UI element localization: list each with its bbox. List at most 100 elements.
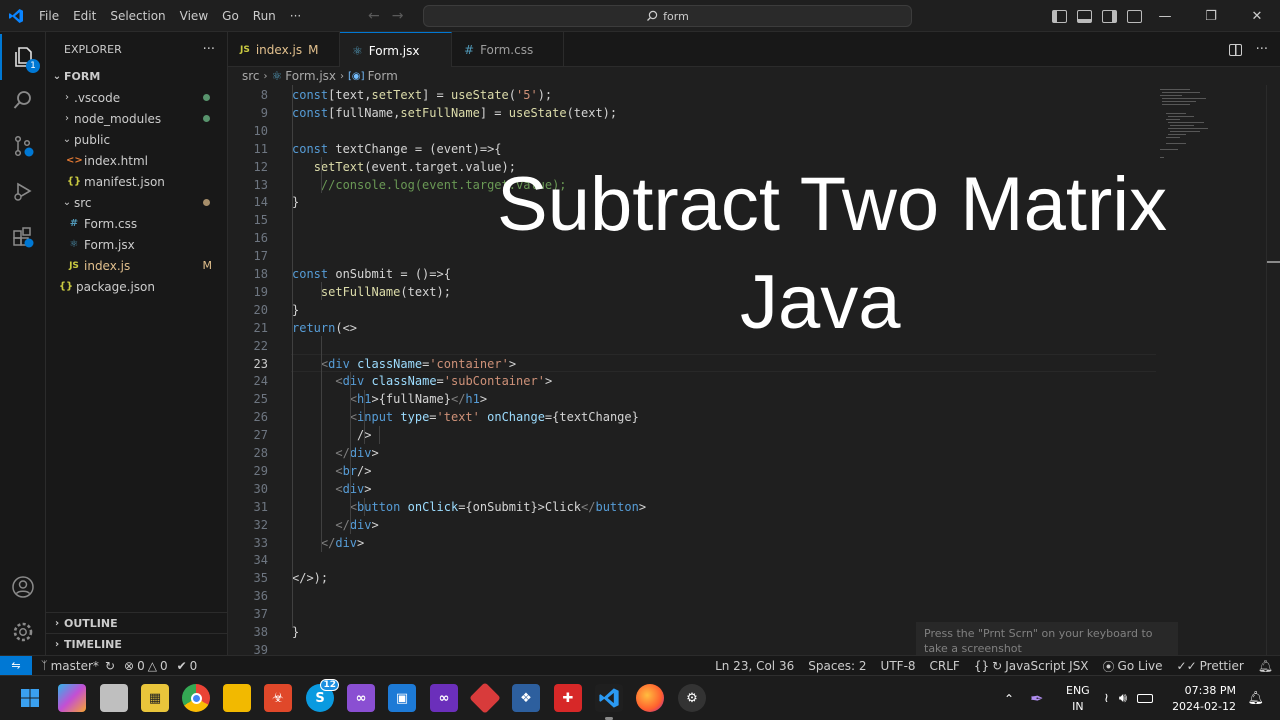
extensions-icon[interactable] [0, 214, 46, 260]
notification-center-icon[interactable]: 🔔︎ [1247, 676, 1264, 720]
security-app-icon[interactable]: ☣ [264, 684, 292, 712]
visual-studio-preview-icon[interactable]: ∞ [347, 684, 375, 712]
tree-item-manifest-json[interactable]: {} manifest.json [46, 171, 228, 192]
pen-app-icon[interactable]: ✒ [1030, 689, 1043, 708]
command-center-search[interactable]: form [423, 5, 912, 27]
eol-status[interactable]: CRLF [930, 659, 960, 673]
code-line[interactable]: const[text,setText] = useState('5'); [292, 88, 552, 102]
code-line[interactable]: </div> [292, 536, 364, 550]
source-control-icon[interactable] [0, 123, 46, 169]
tab-form-jsx[interactable]: ⚛ Form.jsx [340, 32, 452, 68]
breadcrumb-symbol[interactable]: Form [368, 69, 398, 83]
red-diamond-app-icon[interactable] [469, 682, 501, 714]
prettier-status[interactable]: ✓✓ Prettier [1177, 659, 1244, 673]
breadcrumb-file[interactable]: Form.jsx [285, 69, 336, 83]
outline-section[interactable]: › OUTLINE [46, 612, 228, 633]
code-line[interactable]: setFullName(text); [292, 285, 451, 299]
language-mode[interactable]: {} ↻ JavaScript JSX [974, 659, 1089, 673]
tree-item-index-js[interactable]: JS index.js M [46, 255, 228, 276]
menu-file[interactable]: File [32, 0, 66, 32]
menu-go[interactable]: Go [215, 0, 246, 32]
toggle-primary-sidebar-icon[interactable] [1052, 9, 1067, 23]
store-icon[interactable]: ▣ [388, 684, 416, 712]
breadcrumb-src[interactable]: src [242, 69, 260, 83]
code-line[interactable]: const[fullName,setFullName] = useState(t… [292, 106, 617, 120]
minimize-icon[interactable]: — [1142, 0, 1188, 32]
code-line[interactable]: <div> [292, 482, 371, 496]
tab-form-css[interactable]: # Form.css [452, 32, 564, 67]
copilot-icon[interactable] [58, 684, 86, 712]
windows-start-icon[interactable] [16, 684, 44, 712]
file-explorer-icon[interactable] [223, 684, 251, 712]
notifications-bell-icon[interactable]: 🔔︎ [1258, 659, 1273, 673]
back-arrow-icon[interactable]: ← [368, 8, 380, 24]
code-line[interactable]: const textChange = (event)=>{ [292, 142, 502, 156]
code-line[interactable]: <br/> [292, 464, 371, 478]
visual-studio-icon[interactable]: ∞ [430, 684, 458, 712]
search-icon[interactable] [0, 77, 46, 123]
input-language[interactable]: ENG IN [1066, 683, 1090, 715]
code-line[interactable]: /> [292, 428, 371, 442]
toggle-secondary-sidebar-icon[interactable] [1102, 9, 1117, 23]
system-clock[interactable]: 07:38 PM 2024-02-12 [1172, 683, 1236, 715]
encoding-status[interactable]: UTF-8 [881, 659, 916, 673]
problems-status[interactable]: ⊗ 0 △ 0 [124, 659, 168, 673]
timeline-section[interactable]: › TIMELINE [46, 633, 228, 654]
show-hidden-icons-chevron-icon[interactable]: ⌃ [1004, 692, 1014, 706]
code-line[interactable]: } [292, 195, 299, 209]
cursor-position[interactable]: Ln 23, Col 36 [715, 659, 794, 673]
menu-selection[interactable]: Selection [103, 0, 172, 32]
code-line[interactable]: } [292, 625, 299, 639]
code-line[interactable]: </div> [292, 518, 378, 532]
editor-scrollbar[interactable] [1266, 85, 1280, 655]
split-editor-icon[interactable] [1228, 43, 1242, 56]
indentation-status[interactable]: Spaces: 2 [808, 659, 866, 673]
forward-arrow-icon[interactable]: → [392, 8, 404, 24]
customize-layout-icon[interactable] [1127, 9, 1142, 23]
code-line[interactable]: <div className='subContainer'> [292, 374, 552, 388]
tree-item-vscode[interactable]: › .vscode [46, 87, 228, 108]
code-line[interactable]: </div> [292, 446, 378, 460]
tree-item-node-modules[interactable]: › node_modules [46, 108, 228, 129]
close-icon[interactable]: ✕ [1234, 0, 1280, 32]
ports-status[interactable]: ✔︎ 0 [177, 659, 198, 673]
manage-gear-icon[interactable] [0, 609, 46, 655]
tree-item-package-json[interactable]: {} package.json [46, 276, 228, 297]
code-line[interactable]: <input type='text' onChange={textChange} [292, 410, 639, 424]
workspace-root[interactable]: ⌄ FORM [46, 66, 228, 87]
tree-item-index-html[interactable]: <> index.html [46, 150, 228, 171]
terminal-app-icon[interactable]: ❖ [512, 684, 540, 712]
menu-view[interactable]: View [173, 0, 215, 32]
menu-run[interactable]: Run [246, 0, 283, 32]
menu-more[interactable]: ··· [283, 0, 308, 32]
minimap[interactable] [1158, 85, 1228, 175]
code-line[interactable]: const onSubmit = ()=>{ [292, 267, 451, 281]
settings-gear-icon[interactable]: ⚙ [678, 684, 706, 712]
maximize-icon[interactable]: ❐ [1188, 0, 1234, 32]
code-line[interactable]: <button onClick={onSubmit}>Click</button… [292, 500, 646, 514]
run-debug-icon[interactable] [0, 168, 46, 214]
code-line[interactable]: return(<> [292, 321, 357, 335]
volume-icon[interactable]: 🔊︎ [1119, 691, 1127, 706]
task-view-icon[interactable] [100, 684, 128, 712]
widgets-icon[interactable]: ▦ [141, 684, 169, 712]
tree-item-form-jsx[interactable]: ⚛ Form.jsx [46, 234, 228, 255]
vscode-taskbar-icon[interactable] [595, 684, 623, 712]
battery-icon[interactable] [1137, 694, 1154, 703]
game-app-icon[interactable]: ✚ [554, 684, 582, 712]
explorer-icon[interactable]: 1 [0, 34, 46, 80]
skype-icon[interactable]: S 12 [306, 679, 339, 712]
wifi-icon[interactable]: ≀ [1104, 691, 1109, 706]
branch-status[interactable]: ᛉ master* ↻ [41, 659, 115, 673]
chrome-icon[interactable] [182, 684, 210, 712]
code-line[interactable]: } [292, 303, 299, 317]
remote-indicator-icon[interactable]: ⇋ [0, 655, 32, 676]
code-line[interactable]: </>); [292, 571, 328, 585]
more-actions-icon[interactable]: ··· [1256, 42, 1268, 57]
code-line[interactable]: <div className='container'> [292, 357, 516, 371]
menu-edit[interactable]: Edit [66, 0, 103, 32]
go-live-button[interactable]: ⦿ Go Live [1103, 658, 1163, 675]
explorer-more-icon[interactable]: ··· [203, 42, 215, 57]
accounts-icon[interactable] [0, 564, 46, 610]
tab-index-js[interactable]: JS index.js M [228, 32, 340, 67]
